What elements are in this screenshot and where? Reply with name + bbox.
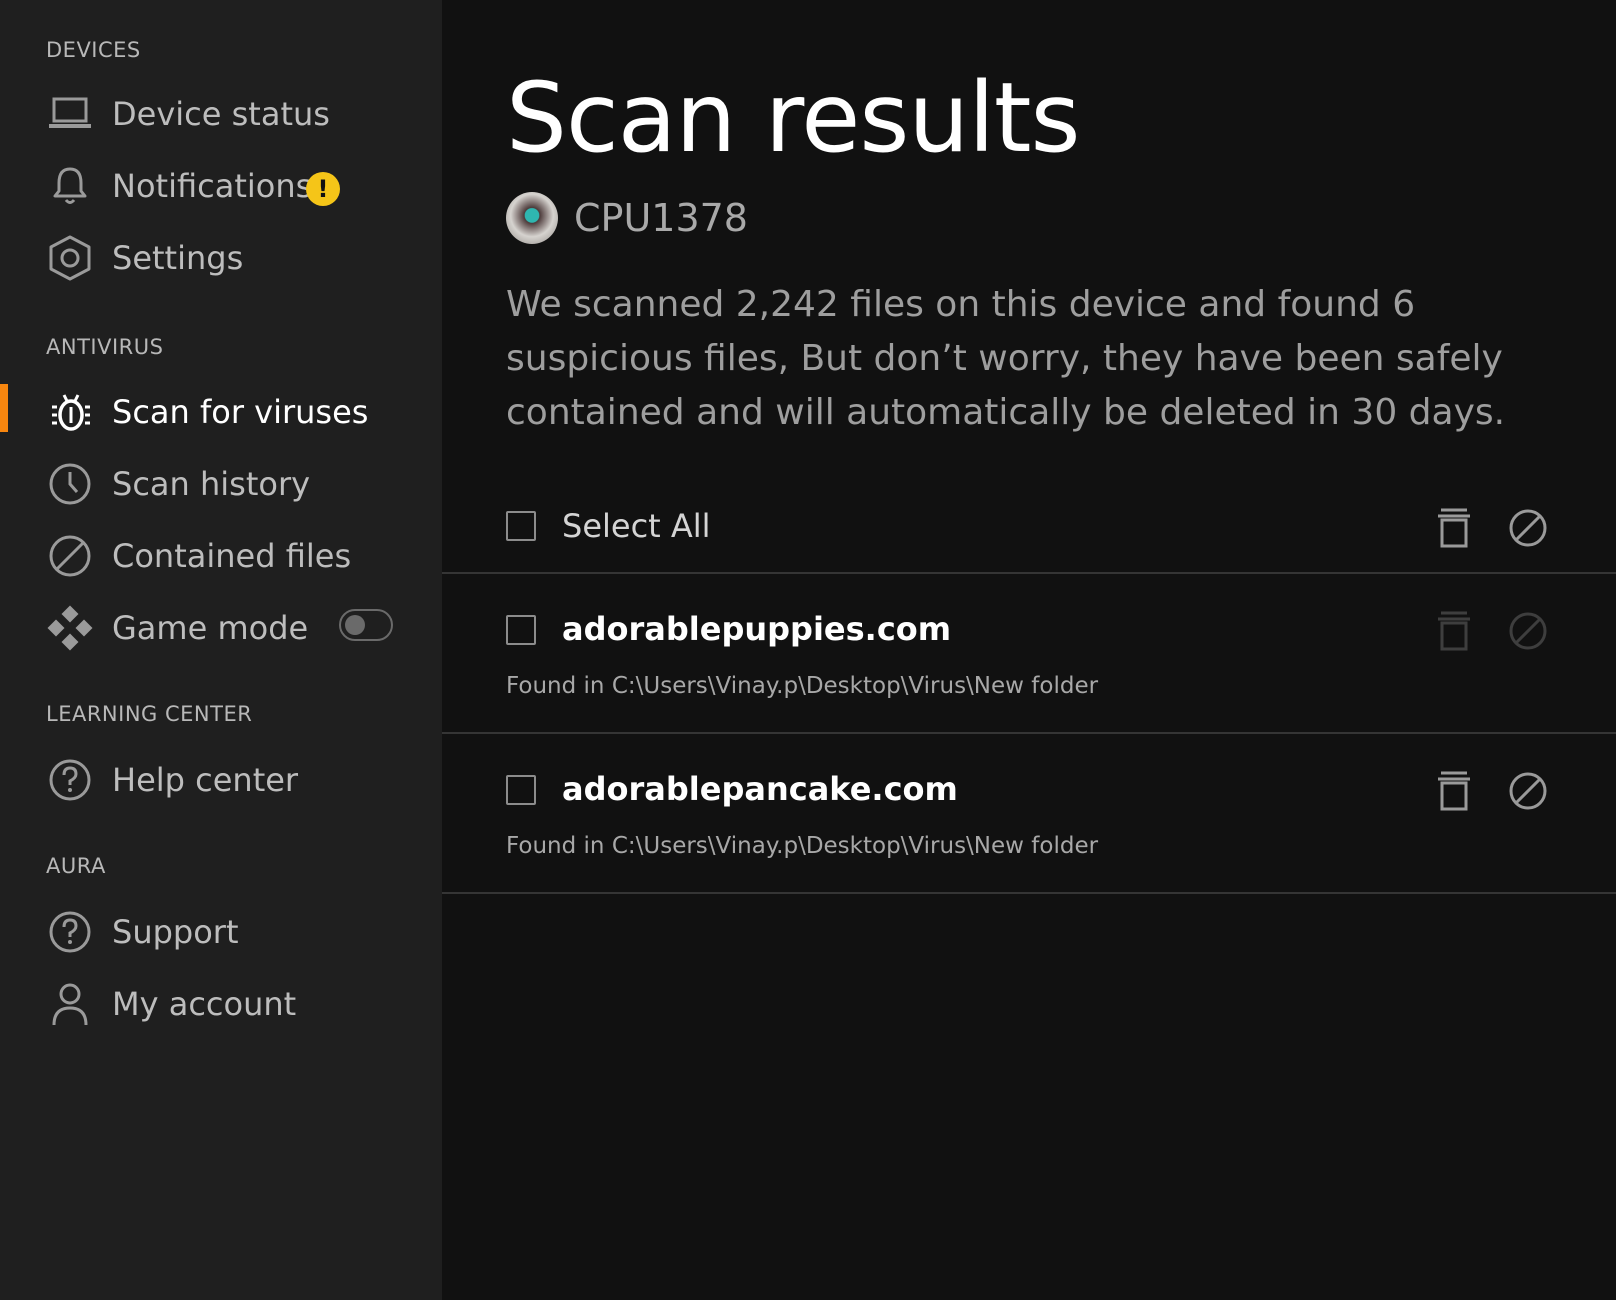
file-checkbox[interactable] <box>506 615 536 645</box>
block-icon <box>1508 609 1548 653</box>
contain-file-button[interactable] <box>1508 769 1548 813</box>
file-path: Found in C:\Users\Vinay.p\Desktop\Virus\… <box>506 673 1099 699</box>
sidebar-item-device-status[interactable]: Device status <box>0 84 442 144</box>
divider <box>442 572 1616 574</box>
laptop-icon <box>46 91 94 137</box>
file-name: adorablepancake.com <box>562 770 958 808</box>
trash-icon <box>1434 769 1474 813</box>
select-all-checkbox[interactable] <box>506 511 536 541</box>
sidebar-item-scan-for-viruses[interactable]: Scan for viruses <box>0 382 442 442</box>
avatar <box>506 192 558 244</box>
page-title: Scan results <box>506 62 1081 174</box>
warning-badge: ! <box>306 172 340 206</box>
delete-file-button[interactable] <box>1434 609 1474 653</box>
sidebar-item-label: Game mode <box>112 609 309 647</box>
sidebar-item-contained-files[interactable]: Contained files <box>0 526 442 586</box>
game-mode-toggle[interactable] <box>339 609 393 641</box>
section-header-aura: AURA <box>46 854 106 878</box>
section-header-learning-center: LEARNING CENTER <box>46 702 253 726</box>
question-icon <box>46 909 94 955</box>
sidebar-item-label: Notifications <box>112 167 313 205</box>
sidebar-item-notifications[interactable]: Notifications <box>0 156 442 216</box>
sidebar-item-help-center[interactable]: Help center <box>0 750 442 810</box>
block-icon <box>46 533 94 579</box>
sidebar-item-label: Scan for viruses <box>112 393 369 431</box>
bug-icon <box>46 389 94 435</box>
file-path: Found in C:\Users\Vinay.p\Desktop\Virus\… <box>506 833 1099 859</box>
device-name: CPU1378 <box>574 196 748 240</box>
sidebar-item-label: Help center <box>112 761 299 799</box>
file-checkbox[interactable] <box>506 775 536 805</box>
gamepad-icon <box>46 605 94 651</box>
sidebar-item-label: Device status <box>112 95 330 133</box>
sidebar-item-label: Contained files <box>112 537 352 575</box>
sidebar: DEVICES Device status Notifications ! Se… <box>0 0 442 1300</box>
toggle-knob <box>345 615 365 635</box>
contain-file-button[interactable] <box>1508 609 1548 653</box>
user-icon <box>46 981 94 1027</box>
section-header-antivirus: ANTIVIRUS <box>46 335 164 359</box>
section-header-devices: DEVICES <box>46 38 141 62</box>
sidebar-item-settings[interactable]: Settings <box>0 228 442 288</box>
delete-all-button[interactable] <box>1434 506 1474 550</box>
sidebar-item-scan-history[interactable]: Scan history <box>0 454 442 514</box>
delete-file-button[interactable] <box>1434 769 1474 813</box>
gear-icon <box>46 235 94 281</box>
file-name: adorablepuppies.com <box>562 610 952 648</box>
divider <box>442 732 1616 734</box>
contain-all-button[interactable] <box>1508 506 1548 550</box>
scan-summary: We scanned 2,242 files on this device an… <box>506 284 1506 433</box>
divider <box>442 892 1616 894</box>
select-all-label: Select All <box>562 507 711 545</box>
block-icon <box>1508 506 1548 550</box>
main-content: Scan results CPU1378 We scanned 2,242 fi… <box>442 0 1616 1300</box>
sidebar-item-label: Settings <box>112 239 244 277</box>
trash-icon <box>1434 506 1474 550</box>
sidebar-item-my-account[interactable]: My account <box>0 974 442 1034</box>
sidebar-item-label: Scan history <box>112 465 311 503</box>
sidebar-item-label: My account <box>112 985 297 1023</box>
block-icon <box>1508 769 1548 813</box>
sidebar-item-label: Support <box>112 913 239 951</box>
sidebar-item-support[interactable]: Support <box>0 902 442 962</box>
question-icon <box>46 757 94 803</box>
clock-icon <box>46 461 94 507</box>
bell-icon <box>46 163 94 209</box>
trash-icon <box>1434 609 1474 653</box>
